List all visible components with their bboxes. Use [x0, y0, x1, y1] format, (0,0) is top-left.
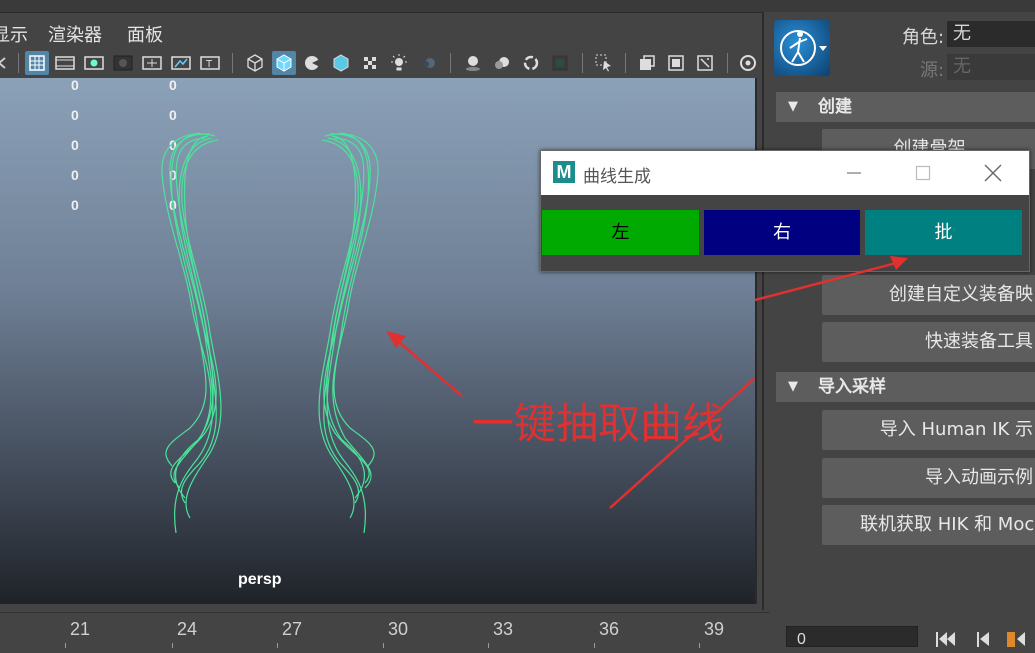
go-to-start-icon[interactable]: [936, 632, 955, 647]
timeline-tick: [699, 643, 700, 648]
ambient-occlusion-icon[interactable]: [461, 51, 485, 75]
import-animation-sample-button[interactable]: 导入动画示例: [822, 458, 1035, 498]
timeline-tick-label: 27: [282, 619, 303, 639]
annotation-text: 一键抽取曲线: [472, 399, 725, 448]
source-dropdown[interactable]: 无: [947, 54, 1035, 80]
dialog-title: 曲线生成: [583, 167, 651, 187]
toolbar-separator: [232, 53, 233, 73]
playback-controls: [935, 630, 1035, 647]
timeline-tick: [383, 643, 384, 648]
viewport-toolbar: T: [0, 48, 760, 78]
online-hik-mocap-button[interactable]: 联机获取 HIK 和 Moca: [822, 505, 1035, 545]
left-button[interactable]: 左: [542, 210, 699, 255]
annotation-arrow-head: [754, 256, 908, 302]
default-material-icon[interactable]: [300, 51, 324, 75]
play-back-icon[interactable]: [1007, 632, 1025, 647]
lights-icon[interactable]: [387, 51, 411, 75]
toolbar-separator: [450, 53, 451, 73]
wireframe-icon[interactable]: [243, 51, 267, 75]
anti-aliasing-icon[interactable]: [519, 51, 543, 75]
safe-action-icon[interactable]: [169, 51, 193, 75]
step-back-icon[interactable]: [977, 632, 989, 647]
character-dropdown[interactable]: 无: [947, 21, 1035, 47]
camera-attributes-icon[interactable]: [736, 51, 760, 75]
safe-title-icon[interactable]: T: [198, 51, 222, 75]
menu-show[interactable]: 显示: [0, 21, 28, 47]
section-import-title: 导入采样: [818, 377, 886, 397]
maximize-icon[interactable]: [909, 159, 937, 187]
backface-culling-icon[interactable]: [693, 51, 717, 75]
camera-tool-icon[interactable]: [0, 51, 12, 75]
xray-icon[interactable]: [635, 51, 659, 75]
field-chart-icon[interactable]: [140, 51, 164, 75]
character-label: 角色:: [902, 27, 945, 48]
collapse-arrow-icon: ▼: [788, 99, 798, 114]
timeline-tick-label: 30: [388, 619, 409, 639]
quick-rig-tool-button[interactable]: 快速装备工具: [822, 322, 1035, 362]
shaded-wireframe-icon[interactable]: [329, 51, 353, 75]
menu-panels[interactable]: 面板: [127, 21, 163, 47]
section-create-header[interactable]: ▼ 创建: [776, 92, 1035, 122]
section-create-title: 创建: [818, 97, 852, 117]
import-human-ik-sample-button[interactable]: 导入 Human IK 示: [822, 410, 1035, 450]
svg-text:T: T: [205, 59, 213, 70]
toolbar-separator: [582, 53, 583, 73]
xray-joints-icon[interactable]: [664, 51, 688, 75]
timeline-tick: [65, 643, 66, 648]
source-label: 源:: [920, 60, 945, 81]
camera-label: persp: [238, 571, 282, 588]
time-slider[interactable]: 21 24 27 30 33 36 39: [0, 612, 770, 648]
film-gate-icon[interactable]: [53, 51, 77, 75]
resolution-gate-icon[interactable]: [82, 51, 106, 75]
timeline-tick: [488, 643, 489, 648]
current-frame-field[interactable]: 0: [786, 626, 918, 648]
viewport-menubar: 显示 渲染器 面板: [0, 14, 760, 48]
motion-blur-icon[interactable]: [490, 51, 514, 75]
maya-app-icon: M: [553, 161, 575, 183]
menu-renderer[interactable]: 渲染器: [48, 21, 102, 47]
textured-icon[interactable]: [358, 51, 382, 75]
timeline-tick: [277, 643, 278, 648]
timeline-tick: [172, 643, 173, 648]
minimize-icon[interactable]: [840, 159, 868, 187]
toolbar-separator: [625, 53, 626, 73]
timeline-tick-label: 33: [493, 619, 514, 639]
grid-icon[interactable]: [25, 51, 49, 75]
shadows-icon[interactable]: [416, 51, 440, 75]
hair-curves-left[interactable]: [161, 132, 222, 534]
timeline-tick: [594, 643, 595, 648]
timeline-tick-label: 21: [70, 619, 91, 639]
dialog-titlebar[interactable]: M 曲线生成: [541, 151, 1029, 195]
timeline-tick-label: 24: [177, 619, 198, 639]
timeline-tick-label: 39: [704, 619, 725, 639]
hair-curves-right[interactable]: [318, 132, 379, 534]
human-ik-logo-icon[interactable]: [774, 20, 830, 76]
depth-of-field-icon[interactable]: [548, 51, 572, 75]
close-icon[interactable]: [979, 159, 1007, 187]
section-import-header[interactable]: ▼ 导入采样: [776, 372, 1035, 402]
toolbar-separator: [727, 53, 728, 73]
gate-mask-icon[interactable]: [111, 51, 135, 75]
timeline-tick-label: 36: [599, 619, 620, 639]
isolate-select-icon[interactable]: [592, 51, 616, 75]
toolbar-separator: [18, 53, 19, 73]
collapse-arrow-icon: ▼: [788, 379, 798, 394]
smooth-shade-icon[interactable]: [272, 51, 296, 75]
